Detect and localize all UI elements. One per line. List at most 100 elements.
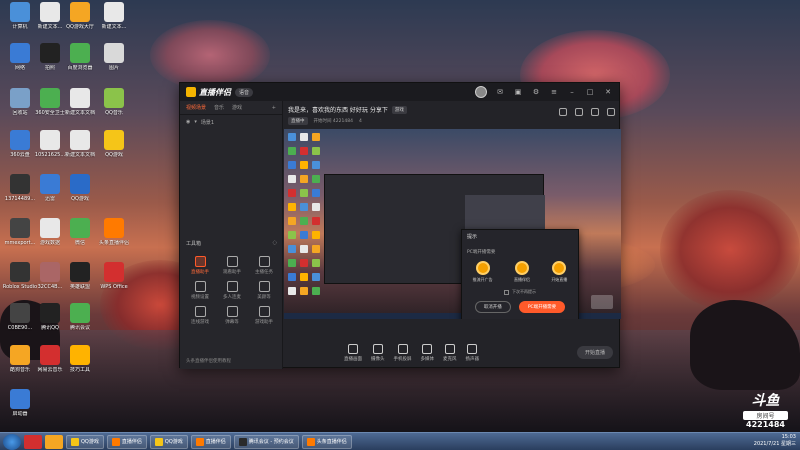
pinned-app-icon[interactable] [24, 434, 42, 449]
taskbar-app-icon [154, 437, 163, 446]
tab-game[interactable]: 游戏 [232, 104, 242, 111]
user-avatar[interactable] [475, 86, 487, 98]
taskbar-item[interactable]: 头条直播伴侣 [301, 434, 352, 449]
dont-show-again[interactable]: 下次不再提示 [462, 289, 578, 295]
source-toolbar-icon [372, 344, 383, 354]
desktop-icon[interactable]: QQ游戏大厅 [62, 2, 98, 30]
toolbox-item[interactable]: 直播助手 [184, 256, 216, 275]
desktop-app-icon [10, 88, 30, 108]
option-1-label: 推流开广告 [472, 277, 493, 282]
source-toolbar-item[interactable]: 多媒体 [421, 344, 434, 362]
record-icon[interactable] [591, 108, 599, 116]
preview-desktop-icon [288, 175, 296, 183]
add-tab-icon[interactable]: + [272, 105, 276, 111]
desktop-icon[interactable]: 新建文本文档 [62, 88, 98, 116]
stream-id: 开始时间 4221484 [313, 119, 353, 124]
cancel-button[interactable]: 取消开播 [474, 301, 511, 313]
source-toolbar-item[interactable]: 直播画面 [344, 344, 362, 362]
confirm-button[interactable]: PC端开播需要 [518, 301, 566, 313]
tab-music[interactable]: 音乐 [214, 104, 224, 111]
pinned-browser-icon[interactable] [45, 434, 63, 449]
taskbar-app-icon [71, 437, 79, 446]
source-toolbar: 直播画面 摄像头 手机投屏 多媒体 麦克风 扬声器 [284, 337, 621, 369]
taskbar-item[interactable]: QQ游戏 [66, 434, 104, 449]
desktop-icon-label: 新建文本文档 [64, 110, 95, 116]
preview-desktop-icon [312, 161, 320, 169]
clock-date[interactable]: 2021/7/21 星期三 [754, 441, 796, 448]
taskbar-item[interactable]: 直播伴侣 [106, 434, 147, 449]
desktop-icon[interactable]: QQ游戏 [96, 130, 132, 158]
eye-icon[interactable]: ◉ [186, 119, 190, 126]
desktop-app-icon [10, 2, 30, 22]
close-icon[interactable]: ✕ [603, 87, 613, 97]
source-toolbar-item[interactable]: 麦克风 [443, 344, 457, 362]
toolbox-title: 工具箱 [186, 241, 202, 247]
viewer-count: 4 [358, 118, 362, 124]
chevron-down-icon[interactable]: ▾ [194, 119, 197, 126]
desktop-icon[interactable]: 腾讯会议 [62, 303, 98, 331]
desktop-icon[interactable]: 微信 [62, 218, 98, 246]
toolbox-item[interactable]: 视频设置 [184, 281, 216, 300]
layout-icon[interactable] [559, 108, 567, 116]
taskbar-item[interactable]: QQ游戏 [149, 434, 188, 449]
desktop-icon[interactable]: 新建文本文档 [62, 130, 98, 158]
room-number: 4221484 [746, 420, 785, 429]
maximize-icon[interactable]: □ [585, 87, 595, 97]
menu-icon[interactable]: ≡ [549, 87, 559, 97]
start-live-button[interactable]: 开始直播 [576, 346, 613, 359]
dialog-title: 提示 [467, 234, 478, 240]
toolbox-item[interactable]: 主播任务 [248, 256, 280, 275]
share-icon[interactable] [607, 108, 615, 116]
left-panel: 视频场景 音乐 游戏 + ◉ ▾ 场景1 工具箱 ◌ 直播助手 观看助手 主播任务视… [180, 101, 283, 369]
desktop-icon-label: 计算机 [12, 24, 28, 30]
desktop-icon[interactable]: 头条直播伴侣 [96, 218, 132, 246]
toolbox-item[interactable]: 连线游戏 [184, 306, 216, 325]
minimize-icon[interactable]: – [567, 87, 577, 97]
tab-video-scene[interactable]: 视频场景 [186, 104, 206, 111]
taskbar-item-label: QQ游戏 [164, 439, 183, 445]
desktop-icon[interactable]: QQ音乐 [96, 88, 132, 116]
tutorial-link[interactable]: 头条直播伴侣使用教程 [186, 358, 231, 364]
clock-time[interactable]: 15:03 [782, 434, 796, 441]
desktop-icon-label: 网络 [14, 65, 25, 71]
version-badge[interactable]: 语音 [235, 87, 254, 97]
desktop-icon[interactable]: 英雄联盟 [62, 262, 98, 290]
desktop-icon-label: 头条直播伴侣 [98, 240, 129, 246]
grid-icon[interactable] [575, 108, 583, 116]
desktop-icon[interactable]: 新建文本... [96, 2, 132, 30]
taskbar-item[interactable]: 直播伴侣 [190, 434, 231, 449]
source-toolbar-item[interactable]: 扬声器 [466, 344, 479, 362]
gift-icon[interactable]: ▣ [513, 87, 523, 97]
option-2-label: 直播伴侣 [513, 277, 530, 282]
toolbox-item[interactable]: 弹幕等 [216, 306, 248, 325]
desktop-icon[interactable]: 技巧工具 [62, 345, 98, 373]
dialog-option-2[interactable]: 直播伴侣 [514, 261, 530, 283]
toolbox-more-icon[interactable]: ◌ [273, 240, 277, 247]
dont-show-again-checkbox[interactable] [504, 289, 509, 295]
taskbar-item[interactable]: 腾讯会议 - 预约会议 [233, 434, 299, 449]
desktop-icon[interactable]: 图片 [96, 43, 132, 71]
desktop-icon-label: 英雄联盟 [69, 284, 90, 290]
desktop-icon[interactable]: QQ游戏 [62, 174, 98, 202]
desktop-icon[interactable]: 百度浏览器 [62, 43, 98, 71]
toolbox-item[interactable]: 多人连麦 [216, 281, 248, 300]
toolbox-item[interactable]: 观看助手 [216, 256, 248, 275]
desktop-app-icon [70, 218, 90, 238]
source-toolbar-item[interactable]: 手机投屏 [394, 344, 412, 362]
stream-info: 我是来，喜欢我的东西 好好玩 分享下 游戏 直播中 开始时间 4221484 4 [284, 101, 621, 125]
stream-tag[interactable]: 游戏 [391, 105, 407, 114]
settings-icon[interactable]: ⚙ [531, 87, 541, 97]
start-button[interactable] [3, 433, 21, 450]
stream-preview[interactable]: 提示 PC端开播需要 推流开广告 直播伴侣 开始直播 下次不再提示 取消开播 P… [284, 129, 621, 319]
toolbox-item[interactable]: 游戏助手 [248, 306, 280, 325]
desktop-app-icon [10, 130, 30, 150]
message-icon[interactable]: ✉ [495, 87, 505, 97]
stream-title[interactable]: 我是来，喜欢我的东西 好好玩 分享下 [288, 105, 388, 114]
desktop-icon[interactable]: WPS Office [96, 262, 132, 290]
toolbox-item[interactable]: 美颜等 [248, 281, 280, 300]
dialog-option-3[interactable]: 开始直播 [551, 261, 567, 283]
desktop-icon[interactable]: 启动器 [2, 389, 38, 417]
dialog-option-1[interactable]: 推流开广告 [473, 261, 493, 283]
source-toolbar-item[interactable]: 摄像头 [371, 344, 385, 362]
scene-item[interactable]: ◉ ▾ 场景1 [180, 115, 282, 130]
